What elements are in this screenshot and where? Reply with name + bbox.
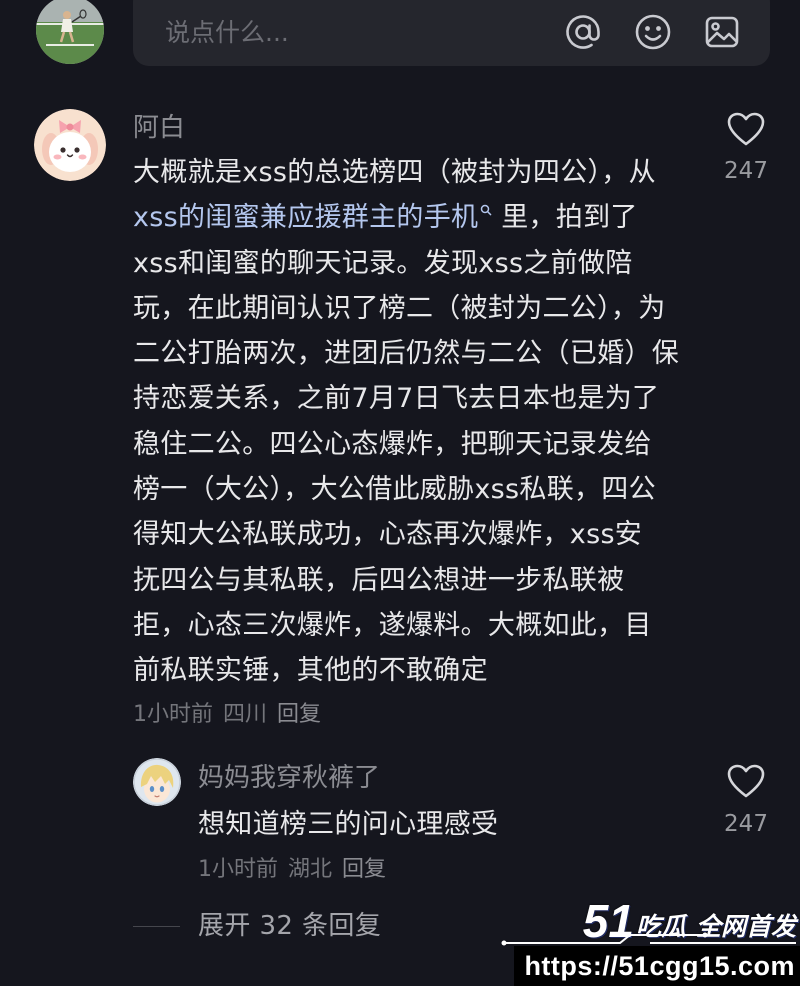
comment-line: 稳住二公。四公心态爆炸，把聊天记录发给 bbox=[133, 428, 652, 460]
comment-input[interactable]: 说点什么... bbox=[165, 13, 289, 53]
comment-line: xss和闺蜜的聊天记录。发现xss之前做陪 bbox=[133, 247, 633, 279]
image-icon-svg bbox=[705, 16, 739, 48]
like-count: 247 bbox=[724, 158, 768, 184]
emoji-icon-svg bbox=[635, 14, 671, 50]
comment-composer[interactable]: 说点什么... bbox=[133, 0, 770, 66]
heart-icon[interactable] bbox=[726, 111, 766, 147]
reply-line: 想知道榜三的问心理感受 bbox=[198, 809, 499, 840]
current-user-avatar bbox=[36, 0, 104, 64]
reply-time: 1小时前 bbox=[198, 857, 278, 882]
search-keyword-link[interactable]: xss的闺蜜兼应援群主的手机 bbox=[133, 202, 478, 233]
expand-divider bbox=[133, 926, 180, 927]
puppy-avatar-image bbox=[34, 109, 106, 181]
comment-line: 拒，心态三次爆炸，遂爆料。大概如此，目 bbox=[133, 609, 652, 641]
comment-line: 前私联实锤，其他的不敢确定 bbox=[133, 655, 488, 687]
at-icon-svg bbox=[566, 15, 600, 49]
expand-replies-button[interactable]: 展开 32 条回复 bbox=[198, 911, 381, 941]
reply-button[interactable]: 回复 bbox=[277, 702, 321, 727]
reply-button[interactable]: 回复 bbox=[342, 857, 386, 882]
reply-like-count: 247 bbox=[724, 811, 768, 837]
like-button[interactable] bbox=[721, 111, 771, 147]
comment-meta: 1小时前 四川 回复 bbox=[133, 701, 331, 729]
comment-line: 抚四公与其私联，后四公想进一步私联被 bbox=[133, 564, 625, 596]
heart-icon[interactable] bbox=[726, 763, 766, 799]
reply-location: 湖北 bbox=[288, 857, 333, 882]
comment-line: 得知大公私联成功，心态再次爆炸，xss安 bbox=[133, 519, 643, 551]
comment-line: 持恋爱关系，之前7月7日飞去日本也是为了 bbox=[133, 383, 660, 415]
reply-avatar[interactable] bbox=[133, 758, 181, 806]
comment-line: 二公打胎两次，进团后仍然与二公（已婚）保 bbox=[133, 338, 679, 370]
search-icon[interactable] bbox=[480, 204, 492, 216]
comment-location: 四川 bbox=[223, 702, 268, 727]
comment-line-text: 里，拍到了 bbox=[492, 202, 638, 234]
emoji-icon[interactable] bbox=[633, 12, 673, 52]
reply-meta: 1小时前 湖北 回复 bbox=[198, 856, 396, 884]
watermark-url: https://51cgg15.com bbox=[514, 946, 800, 986]
reply-text: 想知道榜三的问心理感受 bbox=[198, 802, 498, 847]
comment-time: 1小时前 bbox=[133, 702, 213, 727]
reply-username[interactable]: 妈妈我穿秋裤了 bbox=[198, 763, 380, 793]
image-icon[interactable] bbox=[702, 12, 742, 52]
commenter-avatar[interactable] bbox=[34, 109, 106, 181]
at-icon[interactable] bbox=[563, 12, 603, 52]
anime-avatar-image bbox=[133, 758, 181, 806]
comment-line: 榜一（大公），大公借此威胁xss私联，四公 bbox=[133, 474, 656, 506]
comment-line: 大概就是xss的总选榜四（被封为四公），从 bbox=[133, 157, 656, 188]
commenter-username[interactable]: 阿白 bbox=[133, 113, 185, 143]
comment-line: xss的闺蜜兼应援群主的手机 里，拍到了 bbox=[133, 195, 679, 240]
reply-like-button[interactable] bbox=[721, 763, 771, 799]
comment-text: 大概就是xss的总选榜四（被封为四公），从 xss的闺蜜兼应援群主的手机 里，拍… bbox=[133, 150, 679, 694]
current-user-avatar-image bbox=[36, 0, 104, 64]
comment-line: 玩，在此期间认识了榜二（被封为二公），为 bbox=[133, 292, 666, 324]
